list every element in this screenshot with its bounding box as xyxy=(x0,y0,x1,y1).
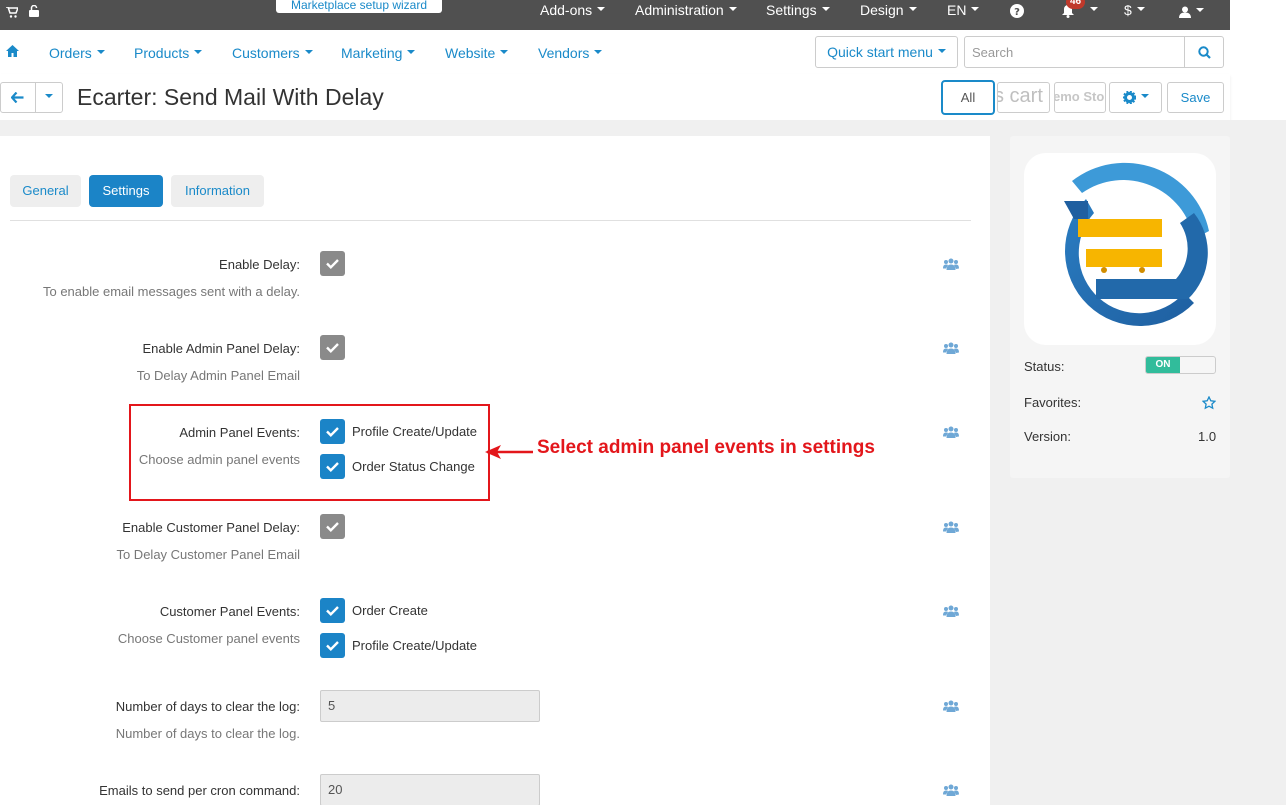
quick-start-menu-button[interactable]: Quick start menu xyxy=(815,36,958,68)
customer-delay-checkbox[interactable] xyxy=(320,514,345,539)
nav-website-label: Website xyxy=(445,45,496,61)
storefront-logo-button[interactable]: s cart xyxy=(997,82,1050,113)
enable-delay-checkbox[interactable] xyxy=(320,251,345,276)
currency-menu[interactable]: $ xyxy=(1124,0,1145,22)
enable-delay-label: Enable Delay: xyxy=(219,257,300,272)
help-icon[interactable]: ? xyxy=(1010,3,1024,25)
svg-text:?: ? xyxy=(1014,7,1020,18)
settings-menu-label: Settings xyxy=(766,2,817,18)
customer-event-order-create-checkbox[interactable] xyxy=(320,598,345,623)
enable-delay-help: To enable email messages sent with a del… xyxy=(42,284,300,299)
quick-start-label: Quick start menu xyxy=(827,44,933,60)
nav-website[interactable]: Website xyxy=(445,45,509,61)
check-icon xyxy=(326,343,339,353)
back-button[interactable] xyxy=(0,82,36,113)
storefront-demo-button[interactable]: emo Sto xyxy=(1054,82,1106,113)
nav-products[interactable]: Products xyxy=(134,45,203,61)
design-menu-label: Design xyxy=(860,2,904,18)
clear-log-days-label: Number of days to clear the log: xyxy=(115,699,300,714)
version-value: 1.0 xyxy=(1198,429,1217,444)
annotation-highlight-box xyxy=(129,404,490,501)
settings-menu[interactable]: Settings xyxy=(766,0,830,22)
check-icon xyxy=(326,522,339,532)
unlock-icon[interactable] xyxy=(29,2,39,24)
users-icon[interactable] xyxy=(943,521,959,533)
user-menu[interactable] xyxy=(1179,3,1204,25)
customer-events-help: Choose Customer panel events xyxy=(117,631,300,646)
administration-menu[interactable]: Administration xyxy=(635,0,737,22)
storefront-demo-logo: emo Sto xyxy=(1054,89,1105,104)
clear-log-days-help: Number of days to clear the log. xyxy=(115,726,300,741)
notifications-caret[interactable] xyxy=(1085,0,1098,22)
language-menu[interactable]: EN xyxy=(947,0,980,22)
design-menu[interactable]: Design xyxy=(860,0,917,22)
user-icon xyxy=(1179,6,1191,18)
users-icon[interactable] xyxy=(943,784,959,796)
users-icon[interactable] xyxy=(943,426,959,438)
admin-delay-help: To Delay Admin Panel Email xyxy=(136,368,300,383)
addons-menu[interactable]: Add-ons xyxy=(540,0,606,22)
gear-icon xyxy=(1122,90,1136,105)
addon-logo xyxy=(1024,153,1216,345)
annotation-text: Select admin panel events in settings xyxy=(537,437,875,458)
favorites-label: Favorites: xyxy=(1024,395,1082,410)
clear-log-days-input[interactable]: 5 xyxy=(320,690,540,722)
storefront-logo: s cart xyxy=(997,85,1043,107)
check-icon xyxy=(326,259,339,269)
tabs-divider xyxy=(10,220,971,221)
search-button[interactable] xyxy=(1184,36,1224,68)
customer-delay-help: To Delay Customer Panel Email xyxy=(116,547,300,562)
check-icon xyxy=(326,606,339,616)
check-icon xyxy=(326,641,339,651)
save-button[interactable]: Save xyxy=(1167,82,1224,113)
tab-settings[interactable]: Settings xyxy=(89,175,163,207)
status-label: Status: xyxy=(1024,359,1065,374)
status-on-indicator: ON xyxy=(1146,357,1180,373)
status-toggle[interactable]: ON xyxy=(1145,356,1216,374)
tab-information[interactable]: Information xyxy=(171,175,264,207)
search-input[interactable] xyxy=(964,36,1185,68)
customer-event-profile-label: Profile Create/Update xyxy=(352,638,478,653)
customer-event-profile-checkbox[interactable] xyxy=(320,633,345,658)
notification-count-badge: 46 xyxy=(1066,0,1086,9)
arrow-left-icon xyxy=(11,92,24,103)
top-bar: Marketplace setup wizard Add-ons Adminis… xyxy=(0,0,1230,30)
admin-delay-label: Enable Admin Panel Delay: xyxy=(142,341,300,356)
users-icon[interactable] xyxy=(943,342,959,354)
emails-per-cron-label: Emails to send per cron command: xyxy=(99,783,300,798)
version-label: Version: xyxy=(1024,429,1071,444)
nav-vendors[interactable]: Vendors xyxy=(538,45,603,61)
nav-marketing-label: Marketing xyxy=(341,45,403,61)
page-title: Ecarter: Send Mail With Delay xyxy=(77,84,384,110)
nav-orders[interactable]: Orders xyxy=(49,45,105,61)
star-icon[interactable] xyxy=(1202,396,1216,410)
annotation-arrow xyxy=(485,445,533,459)
admin-delay-checkbox[interactable] xyxy=(320,335,345,360)
back-dropdown-button[interactable] xyxy=(35,82,63,113)
nav-customers-label: Customers xyxy=(232,45,300,61)
customer-delay-label: Enable Customer Panel Delay: xyxy=(122,520,300,535)
addons-menu-label: Add-ons xyxy=(540,2,593,18)
nav-marketing[interactable]: Marketing xyxy=(341,45,416,61)
marketplace-wizard-button[interactable]: Marketplace setup wizard xyxy=(276,0,442,13)
search-icon xyxy=(1198,46,1211,59)
administration-menu-label: Administration xyxy=(635,2,724,18)
emails-per-cron-input[interactable]: 20 xyxy=(320,774,540,805)
nav-customers[interactable]: Customers xyxy=(232,45,313,61)
nav-vendors-label: Vendors xyxy=(538,45,590,61)
cart-icon[interactable] xyxy=(6,3,20,25)
customer-events-label: Customer Panel Events: xyxy=(159,604,300,619)
tab-general[interactable]: General xyxy=(10,175,81,207)
users-icon[interactable] xyxy=(943,605,959,617)
language-menu-label: EN xyxy=(947,2,967,18)
currency-menu-label: $ xyxy=(1124,2,1132,18)
nav-products-label: Products xyxy=(134,45,190,61)
users-icon[interactable] xyxy=(943,258,959,270)
storefront-all-button[interactable]: All xyxy=(941,80,995,115)
customer-event-order-create-label: Order Create xyxy=(352,603,428,618)
home-icon[interactable] xyxy=(6,44,19,60)
settings-gear-dropdown[interactable] xyxy=(1109,82,1162,113)
nav-orders-label: Orders xyxy=(49,45,92,61)
users-icon[interactable] xyxy=(943,700,959,712)
